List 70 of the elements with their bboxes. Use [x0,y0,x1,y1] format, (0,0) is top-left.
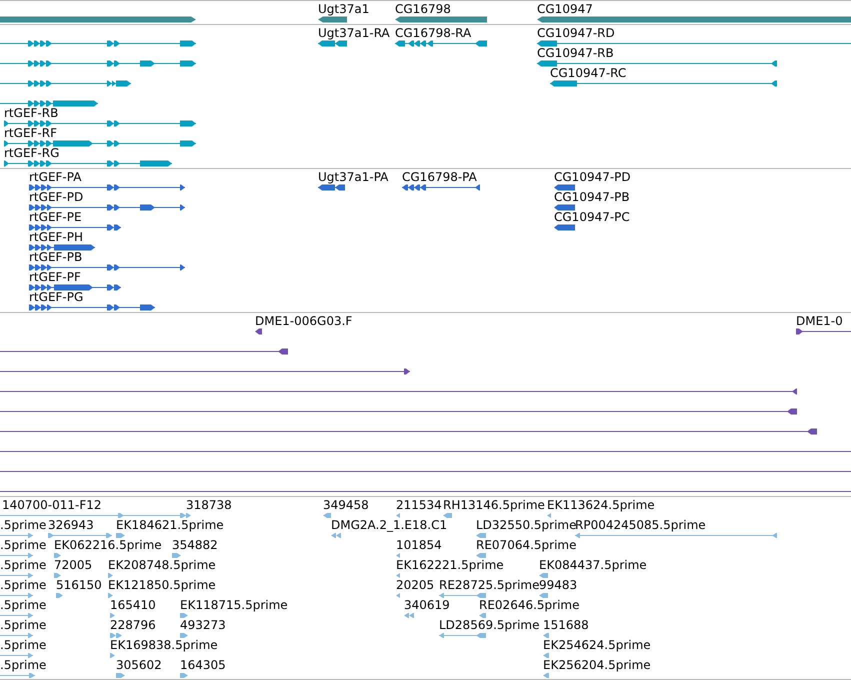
est-label: RH13146.5prime [443,498,545,512]
est-label: EK162221.5prime [396,558,504,572]
est-label: 20205 [396,578,434,592]
est-label: EK113624.5prime [547,498,655,512]
transcript-label: CG10947-RC [550,66,626,80]
protein-label: CG10947-PC [554,210,630,224]
est-label: .5prime [0,618,46,632]
alignment-label: DME1-006G03.F [255,314,352,328]
transcript-label: rtGEF-RG [4,146,60,160]
est-label: RE02646.5prime [479,598,580,612]
protein-label: rtGEF-PD [29,190,84,204]
est-label: 99483 [539,578,578,592]
est-label: 305602 [116,658,162,672]
est-label: DMG2A.2_1.E18.C1 [331,518,448,532]
est-label: .5prime [0,578,46,592]
est-label: 140700-011-F12 [2,498,102,512]
est-label: 493273 [180,618,226,632]
protein-label: rtGEF-PA [29,170,82,184]
protein-label: rtGEF-PG [29,290,84,304]
protein-label: Ugt37a1-PA [318,170,388,184]
est-label: 318738 [186,498,232,512]
est-label: EK256204.5prime [543,658,651,672]
protein-label: CG16798-PA [402,170,477,184]
est-label: 228796 [110,618,156,632]
est-label: RP004245085.5prime [575,518,706,532]
est-label: EK254624.5prime [543,638,651,652]
est-label: 72005 [54,558,92,572]
protein-label: rtGEF-PB [29,250,82,264]
est-label: .5prime [0,558,46,572]
transcript-label: CG10947-RB [537,46,614,60]
alignment-label: DME1-0 [796,314,843,328]
protein-label: rtGEF-PF [29,270,81,284]
est-label: 164305 [180,658,226,672]
gene-label: Ugt37a1 [318,2,370,16]
est-label: 349458 [323,498,369,512]
est-label: EK062216.5prime [54,538,162,552]
transcript-label: CG16798-RA [395,26,472,40]
est-label: LD28569.5prime [439,618,540,632]
est-label: RE28725.5prime [439,578,540,592]
est-label: EK118715.5prime [180,598,288,612]
est-label: EK208748.5prime [108,558,216,572]
protein-label: rtGEF-PE [29,210,82,224]
est-label: EK184621.5prime [116,518,224,532]
est-label: LD32550.5prime [476,518,577,532]
est-label: EK121850.5prime [108,578,216,592]
est-label: 151688 [543,618,589,632]
est-label: 326943 [48,518,94,532]
protein-label: CG10947-PD [554,170,631,184]
est-label: .5prime [0,658,46,672]
est-label: .5prime [0,598,46,612]
est-label: 211534 [396,498,442,512]
est-label: 165410 [110,598,156,612]
est-label: 101854 [396,538,442,552]
est-label: 354882 [172,538,218,552]
est-label: EK084437.5prime [539,558,647,572]
transcript-label: rtGEF-RB [4,106,58,120]
transcript-label: Ugt37a1-RA [318,26,390,40]
est-label: 516150 [56,578,102,592]
protein-label: rtGEF-PH [29,230,84,244]
gene-label: CG16798 [395,2,451,16]
protein-label: CG10947-PB [554,190,630,204]
est-label: 340619 [404,598,450,612]
transcript-label: CG10947-RD [537,26,615,40]
est-label: .5prime [0,538,46,552]
est-label: RE07064.5prime [476,538,576,552]
transcript-label: rtGEF-RF [4,126,57,140]
est-label: .5prime [0,518,46,532]
est-label: .5prime [0,638,46,652]
gene-label: CG10947 [537,2,593,16]
est-label: EK169838.5prime [110,638,218,652]
